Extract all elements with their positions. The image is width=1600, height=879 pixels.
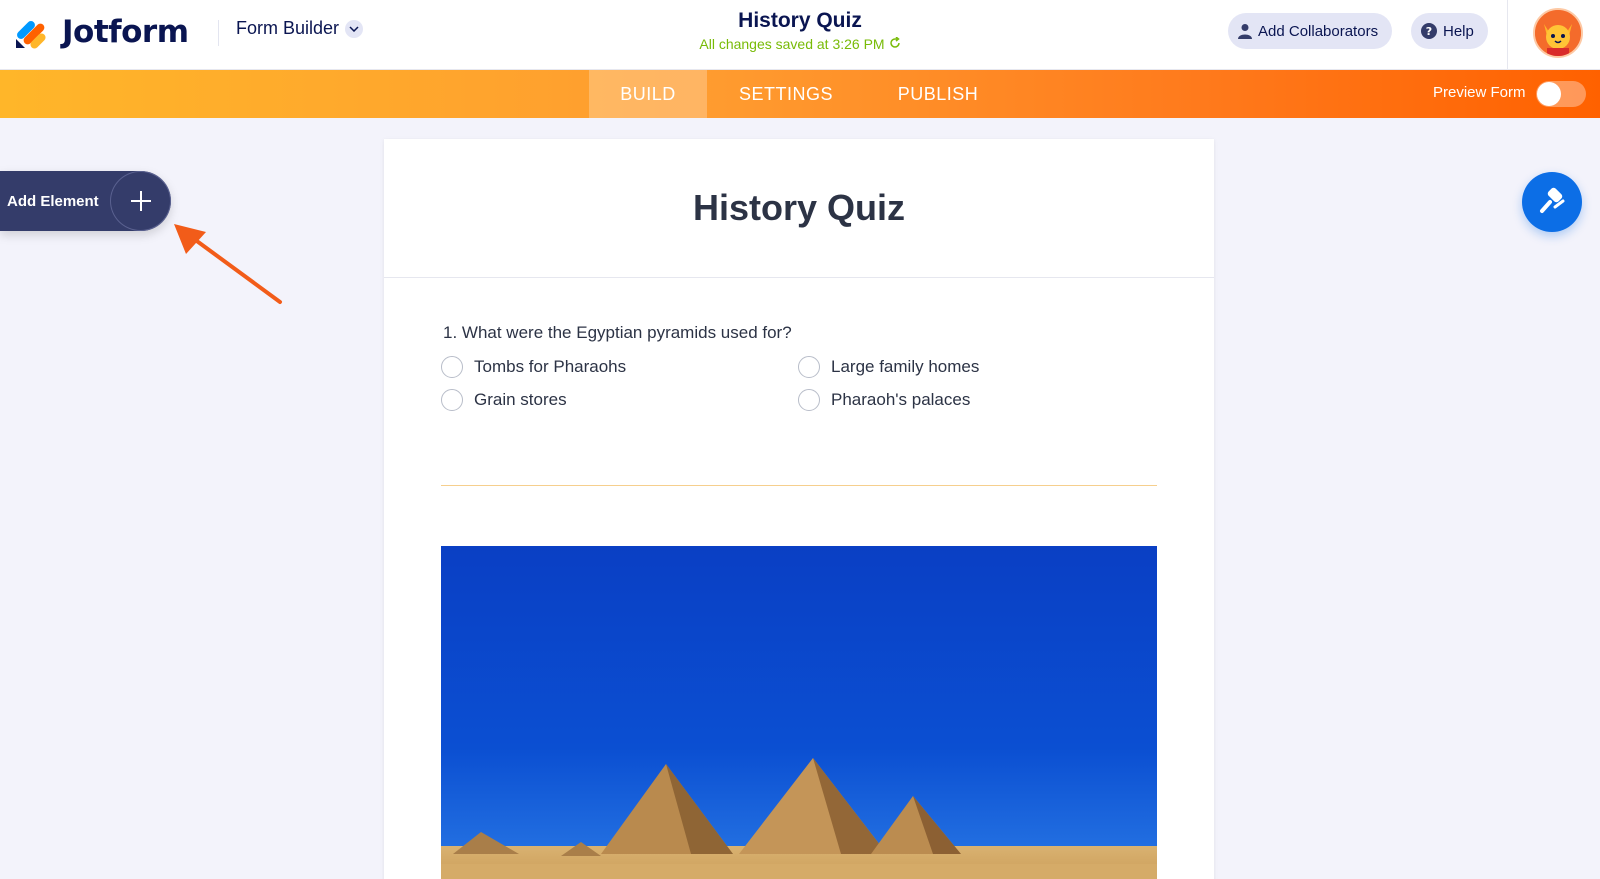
jotform-logo-icon bbox=[14, 15, 48, 49]
tab-publish[interactable]: PUBLISH bbox=[878, 70, 998, 118]
add-element-button[interactable]: Add Element bbox=[0, 171, 171, 231]
preview-form-toggle[interactable] bbox=[1536, 81, 1586, 107]
option-large-family-homes[interactable]: Large family homes bbox=[798, 356, 979, 378]
header-divider-right bbox=[1507, 0, 1508, 70]
form-builder-dropdown[interactable]: Form Builder bbox=[236, 18, 364, 39]
tab-build[interactable]: BUILD bbox=[589, 70, 707, 118]
refresh-icon bbox=[889, 36, 901, 52]
jotform-logo[interactable]: Jotform bbox=[14, 12, 189, 52]
pyramids-image[interactable] bbox=[441, 546, 1157, 879]
form-header[interactable]: History Quiz bbox=[384, 139, 1214, 278]
form-builder-label: Form Builder bbox=[236, 18, 340, 38]
preview-form-label: Preview Form bbox=[1433, 84, 1526, 101]
option-label: Grain stores bbox=[474, 390, 567, 409]
header-divider bbox=[218, 20, 219, 46]
help-label: Help bbox=[1443, 22, 1474, 40]
user-icon bbox=[1238, 24, 1252, 39]
radio-button[interactable] bbox=[441, 356, 463, 378]
brand-name: Jotform bbox=[62, 14, 189, 50]
radio-button[interactable] bbox=[798, 356, 820, 378]
toggle-knob bbox=[1537, 82, 1561, 106]
section-divider bbox=[441, 485, 1157, 486]
option-pharaohs-palaces[interactable]: Pharaoh's palaces bbox=[798, 389, 970, 411]
form-card: History Quiz 1. What were the Egyptian p… bbox=[384, 139, 1214, 879]
annotation-arrow bbox=[174, 224, 282, 304]
svg-text:?: ? bbox=[1426, 25, 1432, 38]
top-bar: Jotform Form Builder History Quiz All ch… bbox=[0, 0, 1600, 70]
add-collaborators-label: Add Collaborators bbox=[1258, 22, 1379, 40]
save-status-text: All changes saved at 3:26 PM bbox=[699, 36, 885, 52]
form-title[interactable]: History Quiz bbox=[600, 9, 1000, 33]
add-collaborators-button[interactable]: Add Collaborators bbox=[1228, 13, 1393, 49]
chevron-down-icon bbox=[345, 19, 364, 38]
avatar[interactable] bbox=[1533, 8, 1583, 58]
option-label: Large family homes bbox=[831, 357, 980, 376]
save-status: All changes saved at 3:26 PM bbox=[600, 36, 1000, 52]
option-grain-stores[interactable]: Grain stores bbox=[441, 389, 567, 411]
plus-icon[interactable] bbox=[110, 171, 171, 231]
builder-nav-bar: BUILD SETTINGS PUBLISH Preview Form bbox=[0, 70, 1600, 118]
tab-settings[interactable]: SETTINGS bbox=[720, 70, 852, 118]
option-label: Pharaoh's palaces bbox=[831, 390, 971, 409]
question-circle-icon: ? bbox=[1421, 23, 1437, 39]
radio-button[interactable] bbox=[798, 389, 820, 411]
option-label: Tombs for Pharaohs bbox=[474, 357, 627, 376]
form-title-area: History Quiz All changes saved at 3:26 P… bbox=[600, 9, 1000, 52]
form-designer-button[interactable] bbox=[1522, 172, 1582, 232]
form-heading[interactable]: History Quiz bbox=[693, 187, 905, 229]
paint-roller-icon bbox=[1540, 187, 1565, 213]
add-element-label: Add Element bbox=[7, 192, 99, 210]
help-button[interactable]: ? Help bbox=[1411, 13, 1488, 49]
question-label[interactable]: 1. What were the Egyptian pyramids used … bbox=[443, 323, 792, 343]
radio-button[interactable] bbox=[441, 389, 463, 411]
option-tombs-for-pharaohs[interactable]: Tombs for Pharaohs bbox=[441, 356, 626, 378]
